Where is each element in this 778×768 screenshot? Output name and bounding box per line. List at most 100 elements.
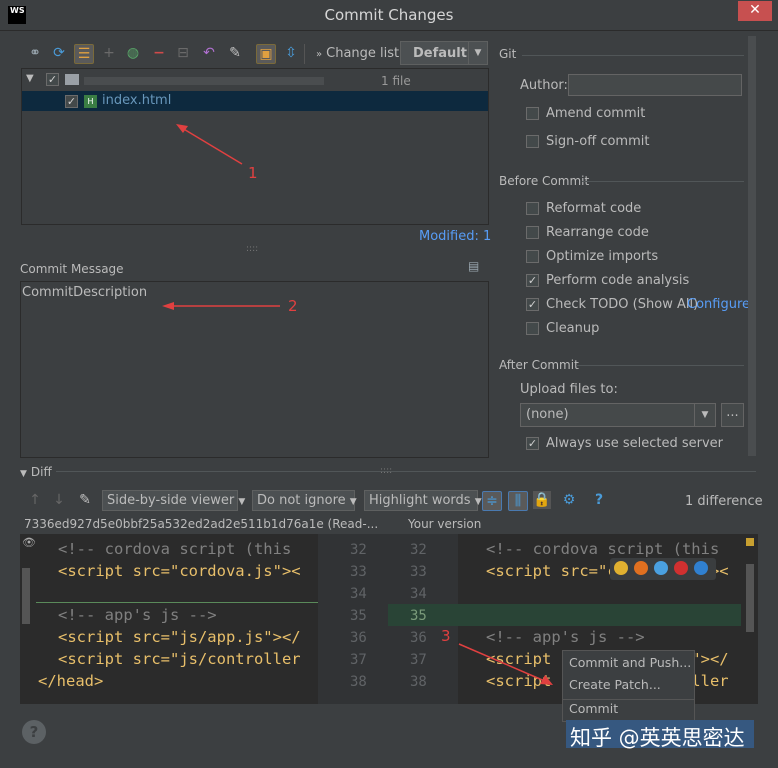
commit-item[interactable]: Commit (569, 701, 618, 716)
highlight-select[interactable]: Highlight words ▼ (364, 490, 482, 511)
show-diff-icon[interactable]: ▣ (256, 44, 276, 64)
next-diff-icon[interactable]: ↓ (50, 491, 68, 509)
chevron-down-icon: ▼ (349, 497, 357, 507)
eye-icon[interactable]: 👁 (22, 536, 36, 549)
modified-count[interactable]: Modified: 1 (419, 229, 491, 244)
changes-tree[interactable]: ▼ ✓ 1 file ✓ H index.html (21, 68, 489, 225)
optimize-imports-checkbox[interactable] (526, 250, 539, 263)
always-use-server-label: Always use selected server (546, 436, 724, 451)
right-line-number: 37 (410, 652, 427, 668)
menu-separator (563, 699, 694, 700)
signoff-commit-checkbox[interactable] (526, 135, 539, 148)
upload-more-button[interactable]: ... (721, 403, 744, 427)
splitter-handle[interactable]: :::: (246, 244, 258, 254)
git-divider (522, 55, 744, 56)
right-scrollbar[interactable] (746, 564, 754, 632)
root-checkbox[interactable]: ✓ (46, 73, 59, 86)
splitter-handle[interactable]: :::: (380, 466, 392, 476)
upload-value: (none) (526, 407, 569, 422)
annotation-label-3: 3 (441, 627, 451, 645)
changelist-label: » Change list: (316, 46, 404, 61)
changelist-label-text: Change list: (326, 46, 404, 61)
file-name: index.html (102, 93, 172, 108)
check-todo-checkbox[interactable]: ✓ (526, 298, 539, 311)
help-button[interactable]: ? (22, 720, 46, 744)
commit-history-icon[interactable]: ▤ (468, 259, 482, 273)
safari-icon[interactable] (654, 561, 668, 575)
left-line-number: 35 (350, 608, 367, 624)
opera-icon[interactable] (674, 561, 688, 575)
right-line-number: 36 (410, 630, 427, 646)
left-line-number: 37 (350, 652, 367, 668)
always-use-server-checkbox[interactable]: ✓ (526, 437, 539, 450)
ignore-select[interactable]: Do not ignore ▼ (252, 490, 357, 511)
cleanup-checkbox[interactable] (526, 322, 539, 335)
tree-file-row[interactable]: ✓ H index.html (22, 91, 488, 111)
expand-arrow-icon[interactable]: ▼ (26, 73, 34, 84)
file-checkbox[interactable]: ✓ (65, 95, 78, 108)
sync-scroll-icon[interactable]: ⫼ (508, 491, 528, 511)
remove-icon[interactable]: − (150, 44, 168, 62)
author-input[interactable] (568, 74, 742, 96)
window-title: Commit Changes (324, 6, 454, 24)
diff-icon[interactable]: ⚭ (26, 44, 44, 62)
commit-and-push-item[interactable]: Commit and Push... (569, 655, 691, 670)
group-by-directory-icon[interactable]: ☰ (74, 44, 94, 64)
chrome-icon[interactable] (614, 561, 628, 575)
left-revision-header: 7336ed927d5e0bbf25a532ed2ad2e511b1d76a1e… (24, 517, 379, 531)
annotation-arrow-3 (458, 643, 553, 685)
edit-source-icon[interactable]: ✎ (226, 44, 244, 62)
amend-commit-checkbox[interactable] (526, 107, 539, 120)
move-to-changelist-icon[interactable]: ◍ (124, 44, 142, 62)
after-commit-divider (576, 365, 744, 366)
ie-icon[interactable] (694, 561, 708, 575)
before-commit-divider (582, 181, 744, 182)
left-line-number: 36 (350, 630, 367, 646)
configure-link[interactable]: Configure (687, 297, 750, 312)
chevron-down-icon: ▼ (694, 404, 715, 426)
left-code-line: <!-- cordova script (this (58, 540, 292, 558)
annotation-arrow-2 (162, 302, 280, 310)
commit-message-label: Commit Message (20, 262, 124, 276)
changelist-select[interactable]: Default ▼ (400, 41, 488, 65)
rearrange-code-checkbox[interactable] (526, 226, 539, 239)
lock-icon[interactable]: 🔒 (533, 491, 551, 509)
close-button[interactable]: ✕ (738, 1, 772, 21)
expand-icon[interactable]: ⇳ (282, 44, 300, 62)
left-insert-marker (36, 602, 318, 603)
left-line-number: 32 (350, 542, 367, 558)
collapse-icon[interactable]: ⊟ (174, 44, 192, 62)
browser-icons-bar (610, 558, 716, 580)
inspection-status-icon[interactable] (746, 538, 754, 546)
diff-label: Diff (30, 465, 52, 479)
previous-diff-icon[interactable]: ↑ (26, 491, 44, 509)
collapse-unchanged-icon[interactable]: ≑ (482, 491, 502, 511)
create-patch-item[interactable]: Create Patch... (569, 677, 661, 692)
upload-label: Upload files to: (520, 382, 618, 397)
tree-root-row[interactable]: ▼ ✓ 1 file (22, 71, 488, 89)
left-code-line: <!-- app's js --> (58, 606, 217, 624)
annotation-arrow-1 (176, 124, 243, 165)
edit-source-icon[interactable]: ✎ (76, 491, 94, 509)
diff-section-toggle[interactable]: ▼ Diff (20, 465, 52, 479)
inserted-line-highlight (388, 604, 741, 626)
watermark: 知乎 @英英思密达 (570, 726, 745, 750)
folder-icon (65, 74, 79, 85)
reformat-code-checkbox[interactable] (526, 202, 539, 215)
code-analysis-checkbox[interactable]: ✓ (526, 274, 539, 287)
viewer-select[interactable]: Side-by-side viewer ▼ (102, 490, 245, 511)
chevron-down-icon: ▼ (468, 42, 487, 64)
diff-divider (56, 471, 756, 472)
add-icon[interactable]: + (100, 44, 118, 62)
revert-icon[interactable]: ↶ (200, 44, 218, 62)
after-commit-title: After Commit (499, 358, 579, 372)
settings-gear-icon[interactable]: ⚙ (560, 491, 578, 509)
refresh-icon[interactable]: ⟳ (50, 44, 68, 62)
firefox-icon[interactable] (634, 561, 648, 575)
cleanup-label: Cleanup (546, 321, 600, 336)
help-icon[interactable]: ? (590, 491, 608, 509)
right-panel-scrollbar[interactable] (748, 36, 756, 456)
upload-server-select[interactable]: (none) ▼ (520, 403, 716, 427)
check-todo-label: Check TODO (Show All) (546, 297, 699, 312)
left-scrollbar[interactable] (22, 568, 30, 624)
